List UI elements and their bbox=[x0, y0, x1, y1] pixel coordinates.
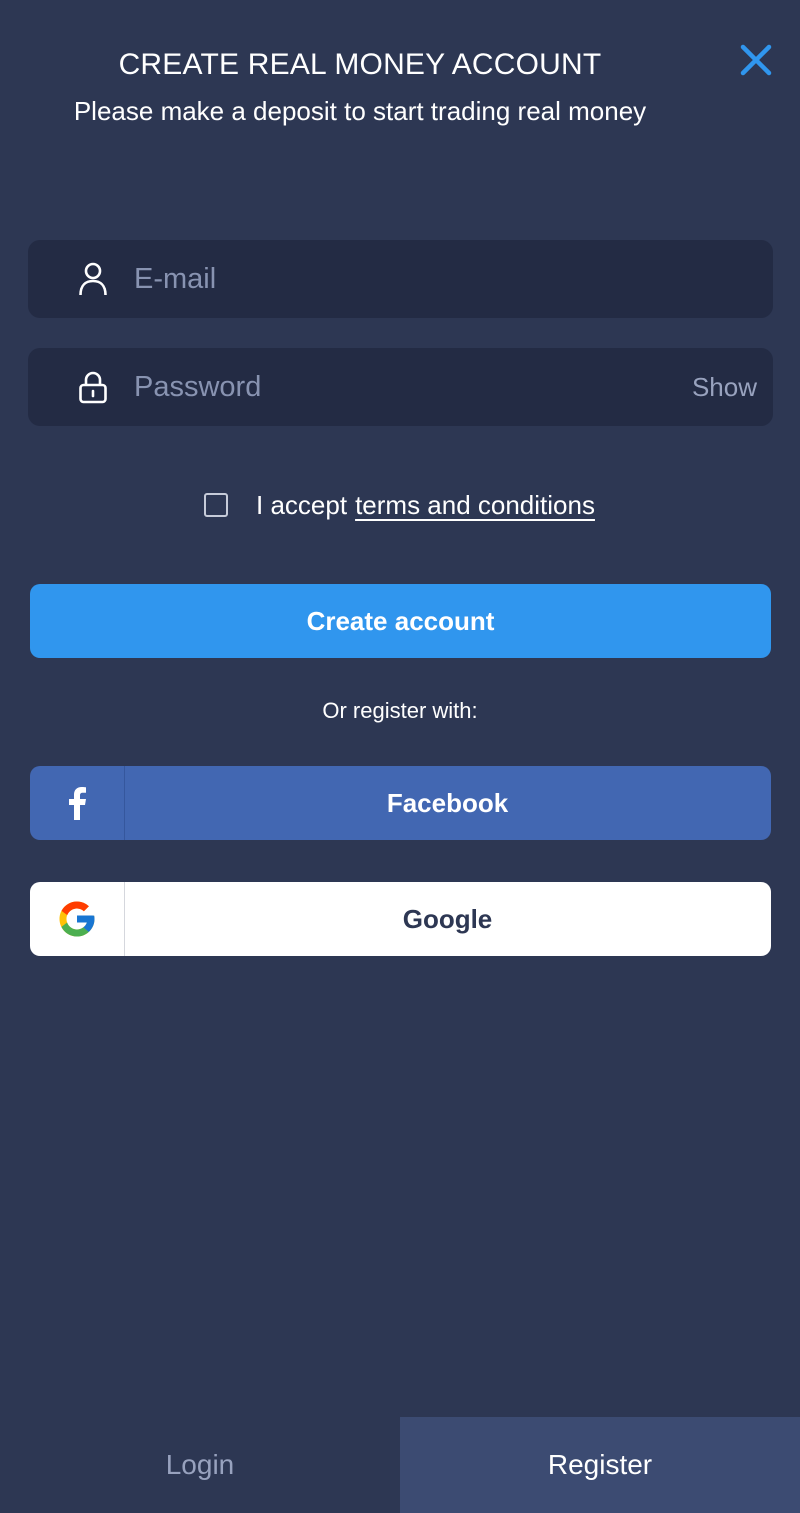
social-divider-text: Or register with: bbox=[322, 698, 478, 723]
tab-register[interactable]: Register bbox=[400, 1417, 800, 1513]
password-field[interactable]: Show bbox=[28, 348, 773, 426]
google-icon-box bbox=[30, 882, 125, 956]
terms-prefix: I accept bbox=[256, 489, 348, 520]
terms-row: I accept terms and conditions bbox=[204, 488, 595, 522]
facebook-icon-box bbox=[30, 766, 125, 840]
page-title: CREATE REAL MONEY ACCOUNT bbox=[118, 48, 602, 81]
email-input[interactable] bbox=[134, 240, 694, 318]
show-password-toggle[interactable]: Show bbox=[692, 372, 757, 403]
page-subtitle: Please make a deposit to start trading r… bbox=[73, 96, 647, 126]
lock-icon bbox=[78, 370, 108, 404]
close-icon bbox=[740, 44, 772, 76]
password-input[interactable] bbox=[134, 348, 694, 426]
facebook-button[interactable]: Facebook bbox=[30, 766, 771, 840]
bottom-tab-bar: Login Register bbox=[0, 1417, 800, 1513]
google-button[interactable]: Google bbox=[30, 882, 771, 956]
user-icon bbox=[78, 262, 108, 296]
google-icon bbox=[59, 901, 95, 937]
terms-checkbox[interactable] bbox=[204, 493, 228, 517]
tab-login[interactable]: Login bbox=[0, 1417, 400, 1513]
google-label: Google bbox=[402, 903, 493, 934]
terms-link[interactable]: terms and conditions bbox=[355, 490, 595, 521]
email-field[interactable] bbox=[28, 240, 773, 318]
close-button[interactable] bbox=[736, 40, 776, 80]
facebook-icon bbox=[69, 787, 86, 820]
create-account-button[interactable]: Create account bbox=[30, 584, 771, 658]
facebook-label: Facebook bbox=[386, 787, 509, 818]
